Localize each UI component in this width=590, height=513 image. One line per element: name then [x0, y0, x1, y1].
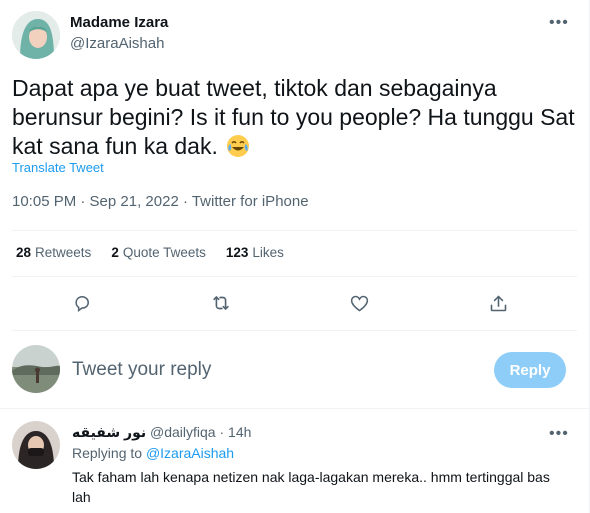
divider — [12, 276, 577, 277]
author-handle[interactable]: @IzaraAishah — [70, 35, 164, 52]
reply-button[interactable]: Reply — [494, 352, 566, 388]
author-avatar[interactable] — [12, 11, 60, 59]
reply-text: Tak faham lah kenapa netizen nak laga-la… — [72, 469, 550, 505]
reply-separator: · — [219, 424, 225, 440]
likes-stat[interactable]: 123 Likes — [226, 245, 284, 260]
reply-more-options-icon[interactable]: ••• — [549, 426, 569, 442]
author-name[interactable]: Madame Izara — [70, 14, 168, 31]
like-icon[interactable] — [344, 288, 374, 318]
reply-time[interactable]: 14h — [228, 424, 251, 440]
replying-to-handle[interactable]: @IzaraAishah — [146, 445, 234, 461]
replying-to-prefix: Replying to — [72, 445, 143, 461]
reply-icon[interactable] — [67, 288, 97, 318]
reply-author-avatar[interactable] — [12, 421, 60, 469]
tweet-text-content: Dapat apa ye buat tweet, tiktok dan seba… — [12, 75, 575, 159]
reply-input[interactable]: Tweet your reply — [72, 359, 211, 381]
tweet-detail-panel: Madame Izara @IzaraAishah ••• Dapat apa … — [0, 0, 590, 513]
share-icon[interactable] — [483, 288, 513, 318]
replying-to-line: Replying to @IzaraAishah — [72, 445, 234, 461]
divider — [12, 330, 577, 331]
reply-header: نور شفيقه @dailyfiqa · 14h — [72, 424, 251, 441]
tweet-timestamp[interactable]: 10:05 PM · Sep 21, 2022 · Twitter for iP… — [12, 193, 309, 210]
reply-author-handle[interactable]: @dailyfiqa — [150, 424, 216, 440]
tweet-stats: 28 Retweets 2 Quote Tweets 123 Likes — [16, 245, 284, 260]
more-options-icon[interactable]: ••• — [549, 15, 569, 31]
current-user-avatar[interactable] — [12, 345, 60, 393]
translate-tweet-link[interactable]: Translate Tweet — [12, 160, 104, 175]
divider — [12, 230, 577, 231]
quote-tweets-stat[interactable]: 2 Quote Tweets — [111, 245, 206, 260]
tweet-text: Dapat apa ye buat tweet, tiktok dan seba… — [12, 74, 578, 161]
tweet-action-bar — [0, 288, 590, 318]
laughing-tears-emoji-icon — [226, 134, 250, 158]
divider — [0, 408, 589, 409]
reply-author-name[interactable]: نور شفيقه — [72, 424, 146, 440]
retweet-icon[interactable] — [206, 288, 236, 318]
retweets-stat[interactable]: 28 Retweets — [16, 245, 91, 260]
